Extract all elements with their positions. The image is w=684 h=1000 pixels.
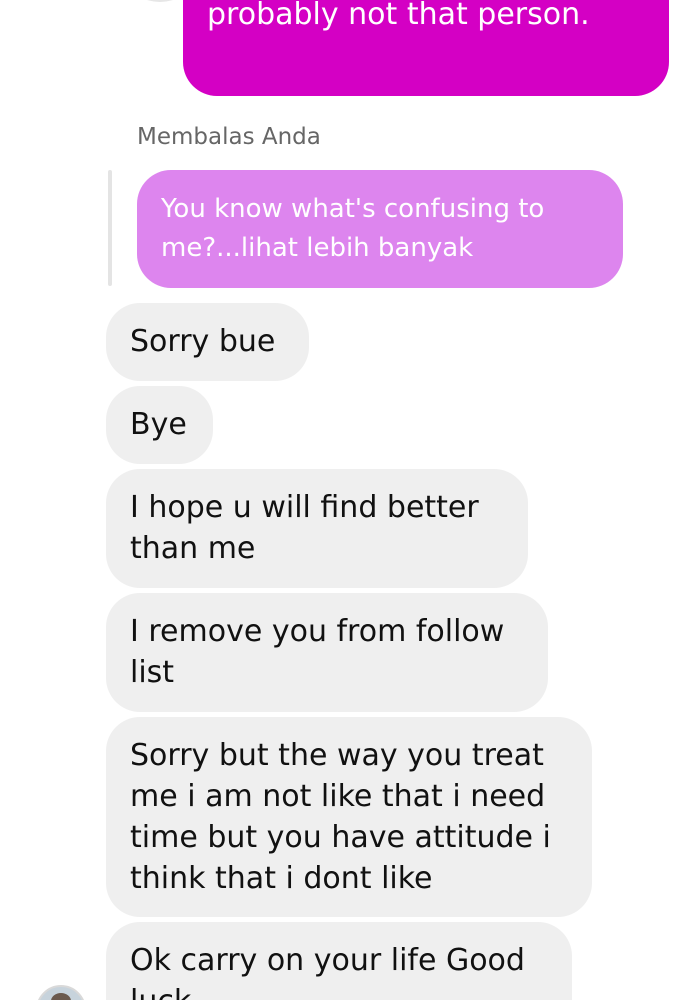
avatar-edge (130, 0, 190, 2)
quoted-message-bubble[interactable]: You know what's confusing to me?...lihat… (137, 170, 623, 288)
chat-screen: probably not that person. Membalas Anda … (0, 0, 684, 1000)
reply-indicator-bar (108, 170, 112, 286)
incoming-message-bubble[interactable]: Sorry but the way you treat me i am not … (106, 717, 592, 917)
incoming-message-bubble[interactable]: Ok carry on your life Good luck (106, 922, 572, 1000)
sender-avatar[interactable] (36, 985, 86, 1000)
incoming-message-bubble[interactable]: Bye (106, 386, 213, 464)
outgoing-message-bubble[interactable]: probably not that person. (183, 0, 669, 96)
incoming-message-bubble[interactable]: Sorry bue (106, 303, 309, 381)
incoming-message-bubble[interactable]: I hope u will find better than me (106, 469, 528, 588)
incoming-message-bubble[interactable]: I remove you from follow list (106, 593, 548, 712)
avatar-photo (51, 993, 71, 1000)
reply-context-label: Membalas Anda (137, 124, 321, 150)
outgoing-message-text: probably not that person. (207, 0, 590, 32)
